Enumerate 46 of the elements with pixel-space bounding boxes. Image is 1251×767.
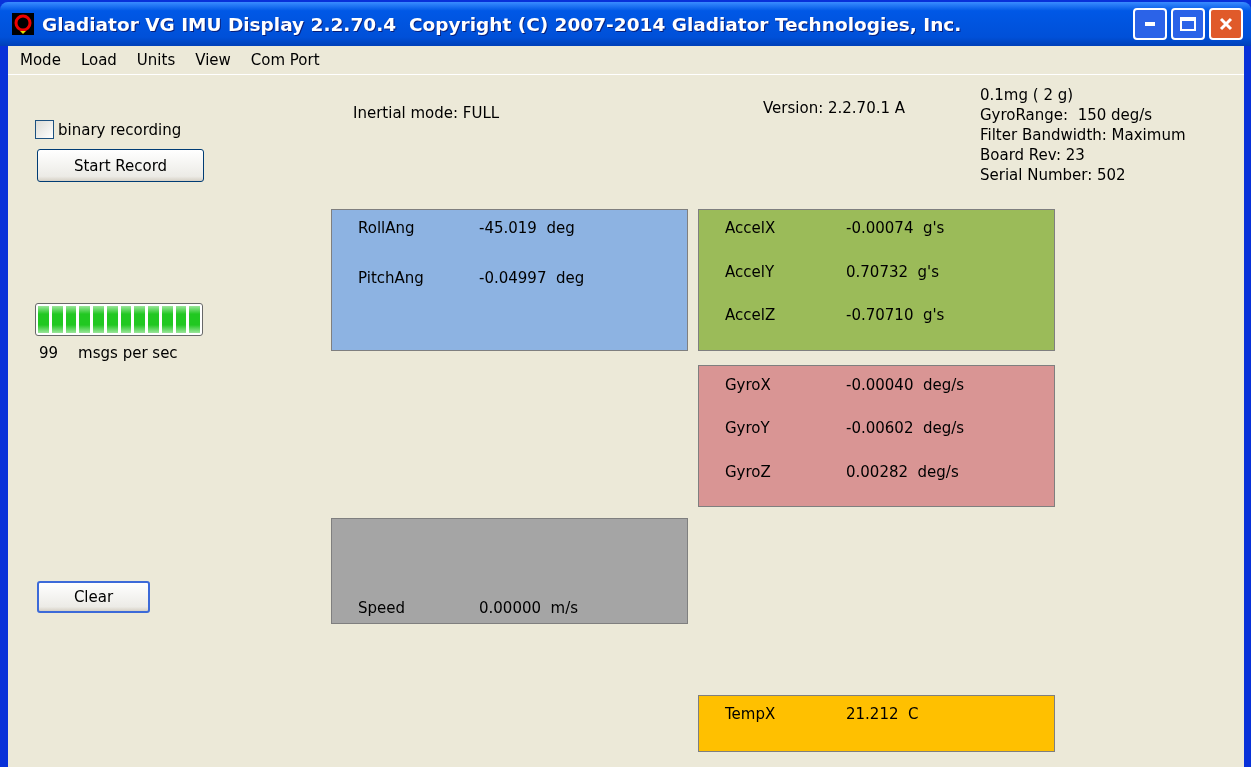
info-line: GyroRange: 150 deg/s	[980, 105, 1154, 125]
readout-label: Speed	[358, 599, 407, 617]
rate-count: 99	[39, 344, 59, 362]
readout-label: PitchAng	[358, 269, 425, 287]
info-line: Serial Number: 502	[980, 165, 1127, 185]
clear-button[interactable]: Clear	[37, 581, 150, 613]
close-button[interactable]	[1209, 8, 1243, 40]
readout-label: AccelY	[725, 262, 776, 281]
readout-label: AccelX	[725, 219, 777, 237]
info-line: Filter Bandwidth: Maximum	[980, 125, 1186, 145]
version-text: Version: 2.2.70.1 A	[763, 99, 906, 117]
readout-value: -0.70710 g's	[846, 306, 945, 325]
readout-value: 0.00282 deg/s	[846, 462, 959, 481]
info-line: 0.1mg ( 2 g)	[980, 85, 1075, 105]
readout-value: -0.00074 g's	[846, 219, 945, 237]
checkbox[interactable]	[35, 120, 54, 139]
info-line: Board Rev: 23	[980, 145, 1086, 165]
maximize-button[interactable]	[1171, 8, 1205, 40]
readout-value: -45.019 deg	[479, 219, 575, 237]
readout-label: RollAng	[358, 219, 416, 237]
inertial-mode-text: Inertial mode: FULL	[353, 104, 500, 122]
readout-label: GyroZ	[725, 462, 772, 481]
close-icon	[1219, 17, 1233, 31]
start-record-button[interactable]: Start Record	[37, 149, 204, 182]
menu-item[interactable]: Com Port	[240, 51, 330, 69]
readout-value: -0.00040 deg/s	[846, 376, 965, 394]
maximize-icon	[1180, 17, 1196, 31]
menu-item[interactable]: View	[185, 51, 241, 69]
window-title: Gladiator VG IMU Display 2.2.70.4 Copyright (C) 2007-2014 Gladiator Technologies, Inc.	[42, 13, 963, 35]
readout-label: TempX	[725, 705, 777, 723]
readout-label: GyroY	[725, 419, 771, 438]
readout-value: 0.00000 m/s	[479, 599, 579, 617]
readout-label: GyroX	[725, 376, 772, 394]
readout-value: 21.212 C	[846, 705, 919, 723]
checkbox-label: binary recording	[58, 120, 182, 139]
menu-item[interactable]: Mode	[10, 51, 71, 69]
minimize-icon	[1145, 22, 1155, 26]
readout-value: 0.70732 g's	[846, 262, 940, 281]
rate-unit: msgs per sec	[78, 344, 178, 362]
readout-value: -0.04997 deg	[479, 269, 585, 287]
readout-label: AccelZ	[725, 306, 777, 325]
readout-value: -0.00602 deg/s	[846, 419, 965, 438]
menu-item[interactable]: Load	[70, 51, 127, 69]
app-logo-icon	[12, 13, 34, 35]
menu-item[interactable]: Units	[126, 51, 186, 69]
minimize-button[interactable]	[1133, 8, 1167, 40]
